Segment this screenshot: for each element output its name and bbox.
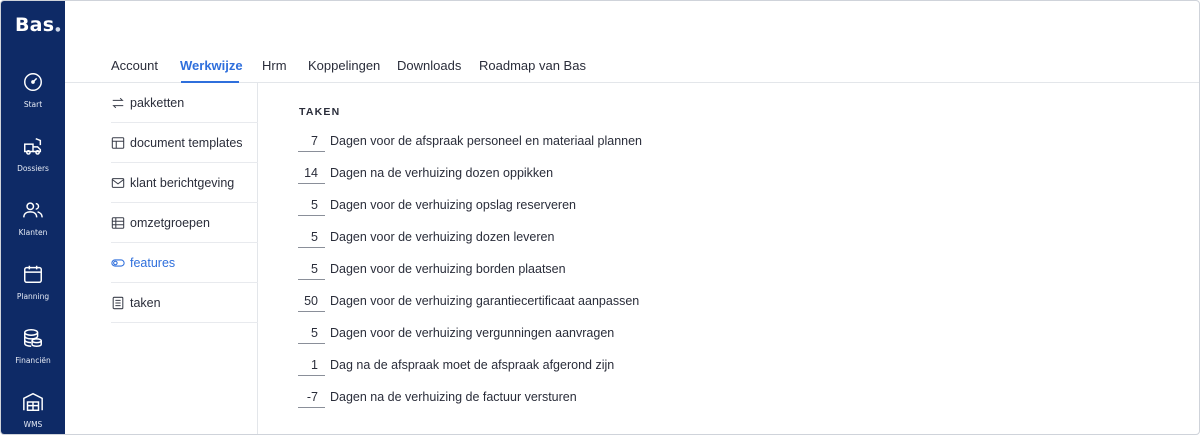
speedometer-icon	[24, 73, 42, 91]
task-days-input[interactable]	[298, 162, 325, 184]
task-row: Dagen voor de afspraak personeel en mate…	[298, 129, 642, 153]
submenu-item-taken[interactable]: taken	[111, 283, 258, 323]
nav-item-label: Dossiers	[17, 164, 49, 173]
logo[interactable]: Bas●	[15, 14, 61, 36]
task-days-input[interactable]	[298, 354, 325, 376]
task-row: Dagen voor de verhuizing vergunningen aa…	[298, 321, 614, 345]
submenu-item-document-templates[interactable]: document templates	[111, 123, 258, 163]
tab-koppelingen[interactable]: Koppelingen	[308, 58, 380, 73]
task-row: Dagen voor de verhuizing dozen leveren	[298, 225, 554, 249]
task-description: Dagen voor de verhuizing garantiecertifi…	[330, 294, 640, 308]
nav-item-label: WMS	[23, 420, 43, 429]
task-description: Dag na de afspraak moet de afspraak afge…	[330, 358, 615, 372]
task-description: Dagen na de verhuizing dozen oppikken	[330, 166, 554, 180]
settings-tabs: Account Werkwijze Hrm Koppelingen Downlo…	[65, 1, 1199, 83]
submenu-item-label: pakketten	[130, 95, 185, 110]
submenu-item-label: features	[130, 255, 176, 270]
toggle-icon	[111, 258, 125, 267]
users-icon	[23, 202, 43, 218]
task-description: Dagen na de verhuizing de factuur verstu…	[330, 390, 577, 404]
main-nav: Bas● Start Dossiers Klanten Planning Fin…	[1, 1, 65, 434]
tab-roadmap-van-bas[interactable]: Roadmap van Bas	[479, 58, 586, 73]
submenu-item-klant-berichtgeving[interactable]: klant berichtgeving	[111, 163, 258, 203]
nav-item-klanten[interactable]: Klanten	[1, 199, 65, 255]
task-days-input[interactable]	[298, 258, 325, 280]
tab-downloads[interactable]: Downloads	[397, 58, 461, 73]
task-row: Dagen na de verhuizing dozen oppikken	[298, 161, 553, 185]
layout-template-icon	[111, 136, 125, 149]
task-description: Dagen voor de verhuizing opslag reserver…	[330, 198, 576, 212]
task-description: Dagen voor de afspraak personeel en mate…	[330, 134, 643, 148]
nav-item-wms[interactable]: WMS	[1, 391, 65, 434]
task-days-input[interactable]	[298, 386, 325, 408]
task-row: Dagen voor de verhuizing borden plaatsen	[298, 257, 566, 281]
submenu-item-label: omzetgroepen	[130, 215, 210, 230]
nav-item-label: Start	[23, 100, 43, 109]
table-icon	[111, 216, 125, 229]
task-description: Dagen voor de verhuizing dozen leveren	[330, 230, 555, 244]
app-window: Bas● Start Dossiers Klanten Planning Fin…	[0, 0, 1200, 435]
nav-item-label: Klanten	[18, 228, 48, 237]
task-row: Dag na de afspraak moet de afspraak afge…	[298, 353, 614, 377]
section-title: TAKEN	[299, 106, 341, 118]
submenu-item-label: taken	[130, 295, 161, 310]
submenu-item-omzetgroepen[interactable]: omzetgroepen	[111, 203, 258, 243]
task-row: Dagen voor de verhuizing opslag reserver…	[298, 193, 576, 217]
submenu-item-label: klant berichtgeving	[130, 175, 235, 190]
tab-hrm[interactable]: Hrm	[262, 58, 287, 73]
task-days-input[interactable]	[298, 194, 325, 216]
task-description: Dagen voor de verhuizing borden plaatsen	[330, 262, 566, 276]
submenu-item-features[interactable]: features	[111, 243, 258, 283]
nav-item-start[interactable]: Start	[1, 71, 65, 127]
calendar-icon	[24, 265, 42, 283]
task-days-input[interactable]	[298, 290, 325, 312]
task-row: Dagen na de verhuizing de factuur verstu…	[298, 385, 577, 409]
warehouse-icon	[23, 392, 43, 411]
truck-boxes-icon	[24, 137, 42, 155]
coins-icon	[24, 329, 42, 347]
tab-account[interactable]: Account	[111, 58, 158, 73]
nav-item-financien[interactable]: Financiën	[1, 327, 65, 383]
submenu-item-pakketten[interactable]: pakketten	[111, 83, 258, 123]
task-days-input[interactable]	[298, 130, 325, 152]
submenu-item-label: document templates	[130, 135, 243, 150]
tab-werkwijze[interactable]: Werkwijze	[180, 58, 243, 73]
mail-icon	[111, 177, 125, 188]
swap-arrows-icon	[112, 97, 124, 108]
nav-item-label: Planning	[16, 292, 50, 301]
task-row: Dagen voor de verhuizing garantiecertifi…	[298, 289, 639, 313]
logo-dot: ●	[55, 26, 61, 33]
werkwijze-submenu: pakketten document templates klant beric…	[111, 83, 258, 434]
checklist-icon	[112, 296, 124, 309]
nav-item-planning[interactable]: Planning	[1, 263, 65, 319]
logo-text: Bas	[15, 14, 55, 36]
task-days-input[interactable]	[298, 226, 325, 248]
task-description: Dagen voor de verhuizing vergunningen aa…	[330, 326, 615, 340]
task-days-input[interactable]	[298, 322, 325, 344]
nav-item-label: Financiën	[15, 356, 51, 365]
nav-item-dossiers[interactable]: Dossiers	[1, 135, 65, 191]
